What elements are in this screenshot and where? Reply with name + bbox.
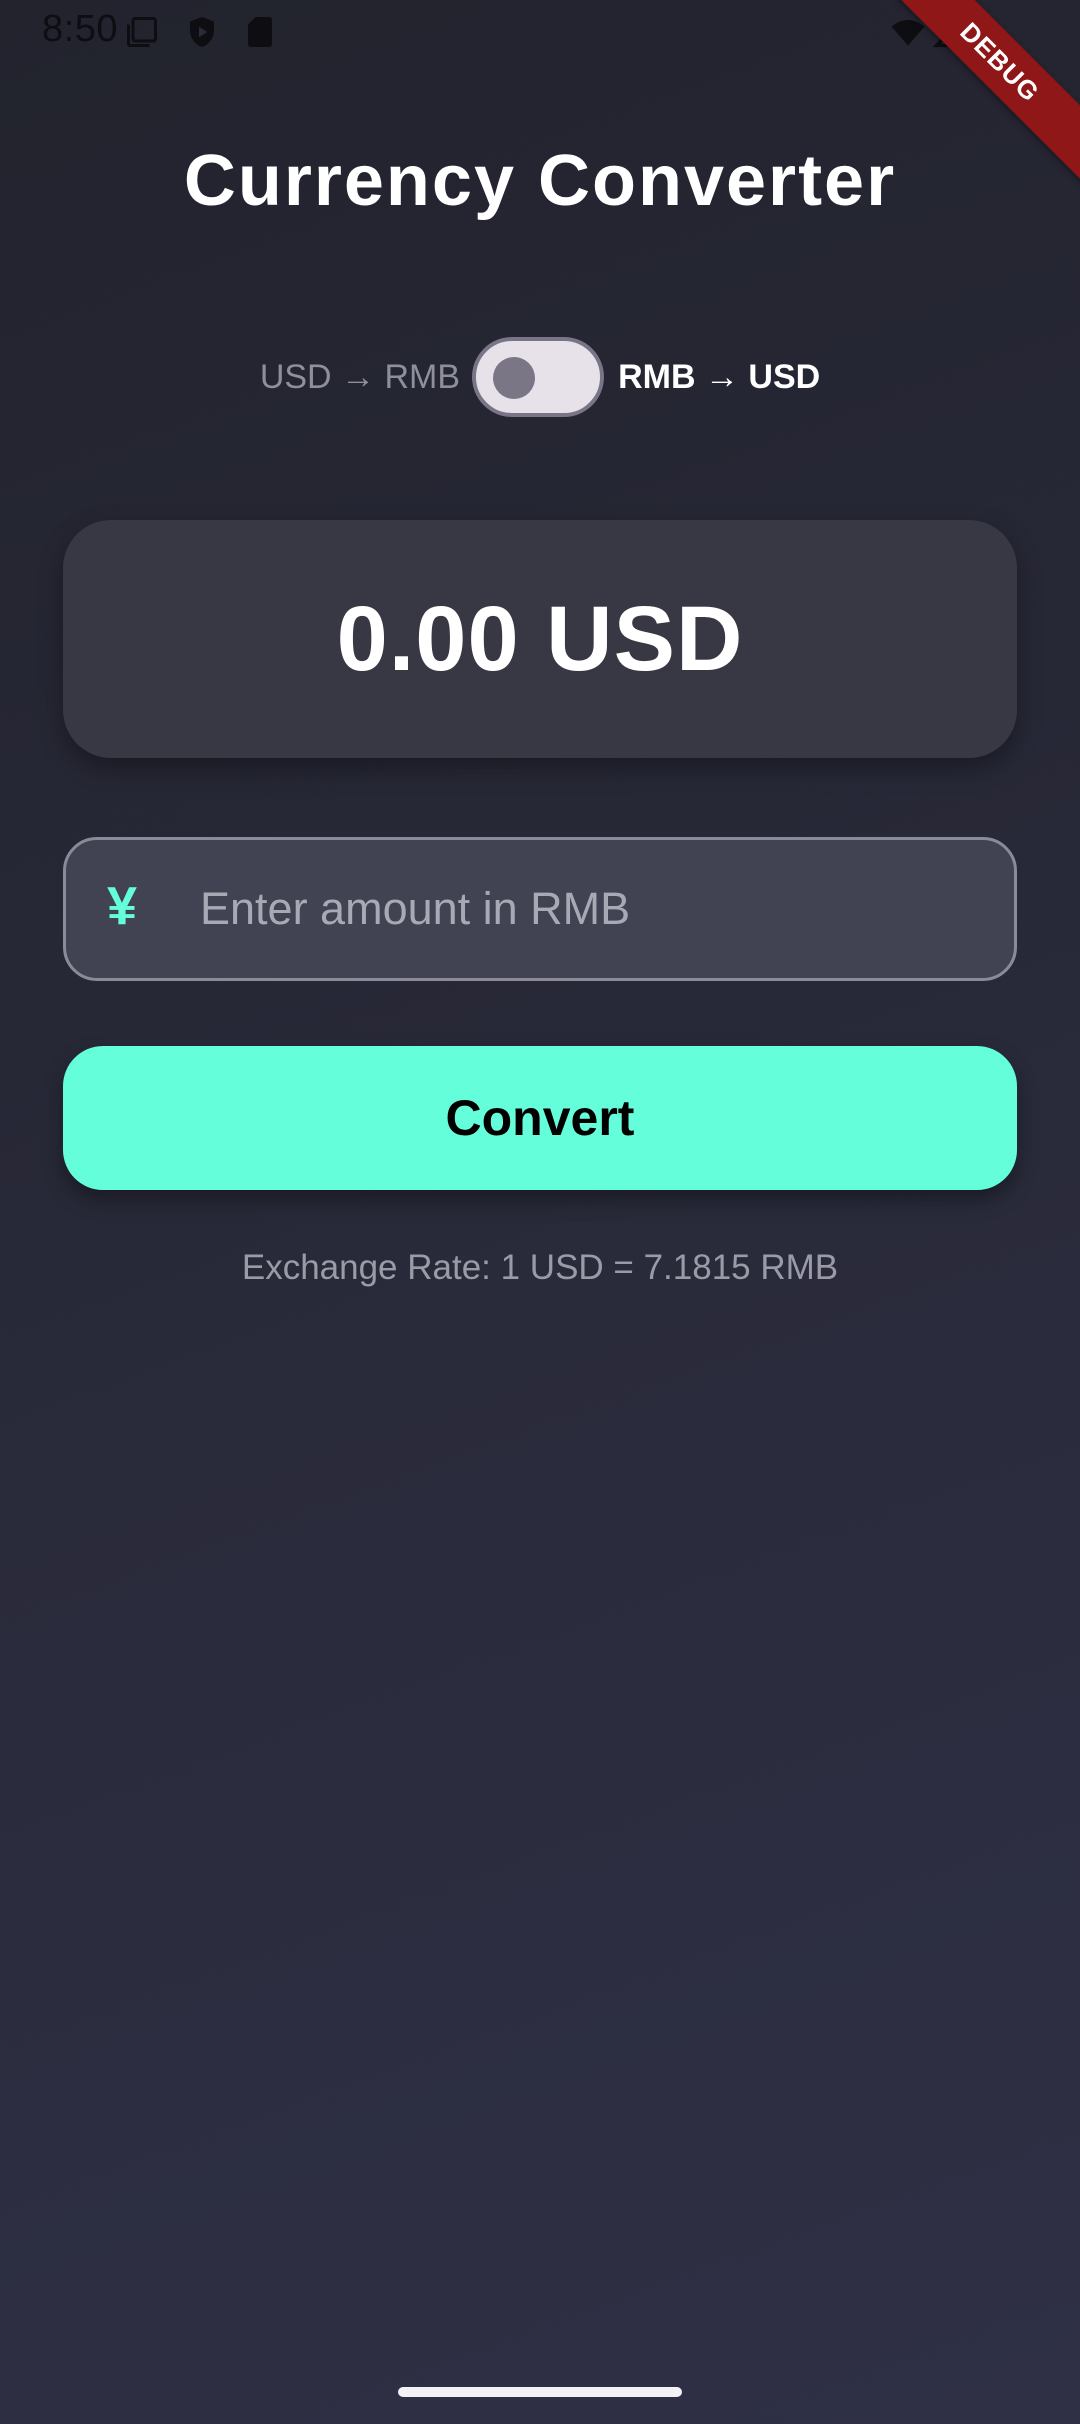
direction-switch[interactable] <box>472 337 605 417</box>
convert-button[interactable]: Convert <box>63 1046 1017 1190</box>
exchange-rate-text: Exchange Rate: 1 USD = 7.1815 RMB <box>241 1248 839 1287</box>
result-card: 0.00 USD <box>63 520 1017 758</box>
amount-field[interactable]: ¥ <box>63 837 1017 981</box>
convert-button-label: Convert <box>445 1090 635 1146</box>
toggle-label-usd-to-rmb: USD → RMB <box>259 357 461 396</box>
switch-thumb <box>493 357 536 399</box>
amount-input[interactable] <box>200 840 980 978</box>
shield-play-icon <box>184 14 220 50</box>
page-title: Currency Converter <box>183 141 897 221</box>
result-value: 0.00 USD <box>336 587 744 690</box>
status-time: 8:50 <box>42 8 118 50</box>
direction-toggle-row: USD → RMB RMB → USD <box>0 334 1080 420</box>
gallery-icon <box>124 14 160 50</box>
toggle-label-rmb-to-usd: RMB → USD <box>618 357 821 396</box>
sd-card-icon <box>242 14 278 50</box>
yen-icon: ¥ <box>106 876 138 936</box>
gesture-nav-bar[interactable] <box>398 2387 682 2397</box>
